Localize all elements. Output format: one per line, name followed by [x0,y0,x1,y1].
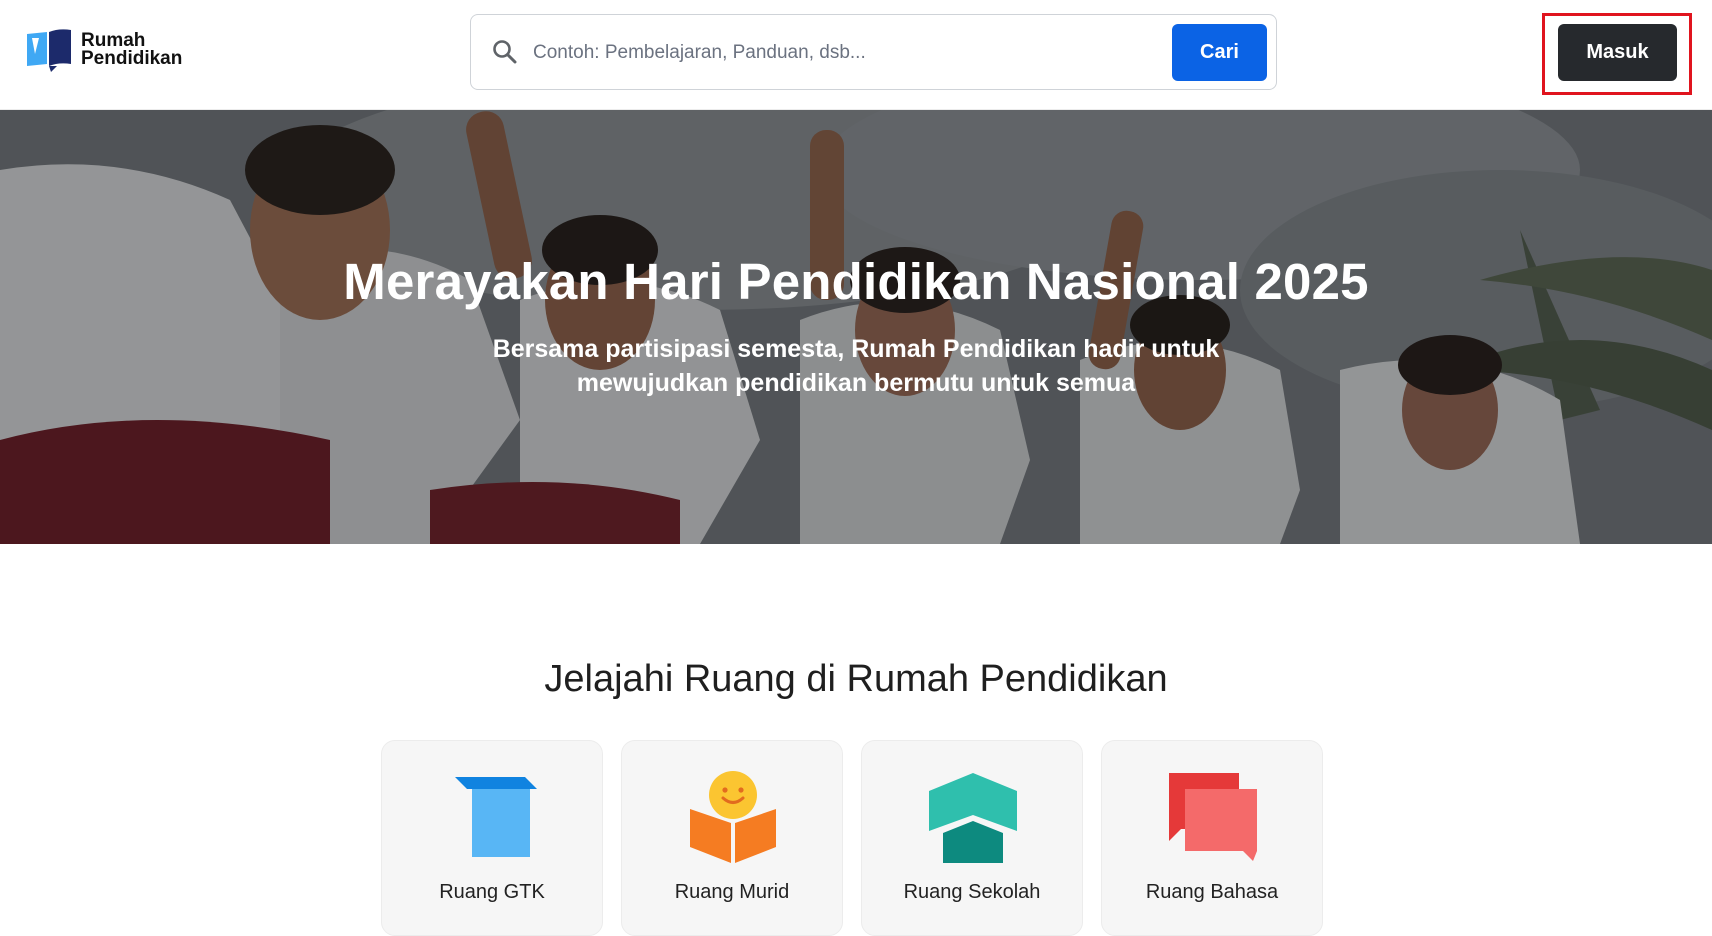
hero-banner: Merayakan Hari Pendidikan Nasional 2025 … [0,110,1712,544]
hero-subtitle: Bersama partisipasi semesta, Rumah Pendi… [492,335,1220,397]
search-input[interactable] [533,35,1123,71]
card-ruang-bahasa[interactable]: Ruang Bahasa [1101,740,1323,936]
card-ruang-gtk[interactable]: Ruang GTK [381,740,603,936]
card-label: Ruang Bahasa [1145,881,1279,903]
site-header: Rumah Pendidikan Cari Masuk [0,0,1712,110]
gtk-box-icon [443,771,543,865]
rumah-pendidikan-logo[interactable]: Rumah Pendidikan [25,28,182,72]
search-bar: Cari [470,14,1277,90]
card-ruang-murid[interactable]: Ruang Murid [621,740,843,936]
login-button[interactable]: Masuk [1558,24,1677,81]
explore-section-title: Jelajahi Ruang di Rumah Pendidikan [544,658,1168,700]
card-label: Ruang Sekolah [903,881,1041,903]
logo-book-icon [25,28,73,72]
bahasa-chat-icon [1163,771,1263,865]
card-label: Ruang GTK [439,881,545,903]
ruang-cards: Ruang GTK Ruang Murid Ruang Sekolah Ruan… [381,740,1323,936]
search-button[interactable]: Cari [1172,24,1267,81]
logo-text: Rumah Pendidikan [81,31,183,69]
murid-book-icon [683,771,783,865]
sekolah-building-icon [923,771,1023,865]
search-icon [491,38,519,66]
card-ruang-sekolah[interactable]: Ruang Sekolah [861,740,1083,936]
card-label: Ruang Murid [674,881,790,903]
hero-overlay [0,110,1712,544]
hero-title: Merayakan Hari Pendidikan Nasional 2025 [343,253,1369,310]
logo-line-2: Pendidikan [81,48,183,69]
